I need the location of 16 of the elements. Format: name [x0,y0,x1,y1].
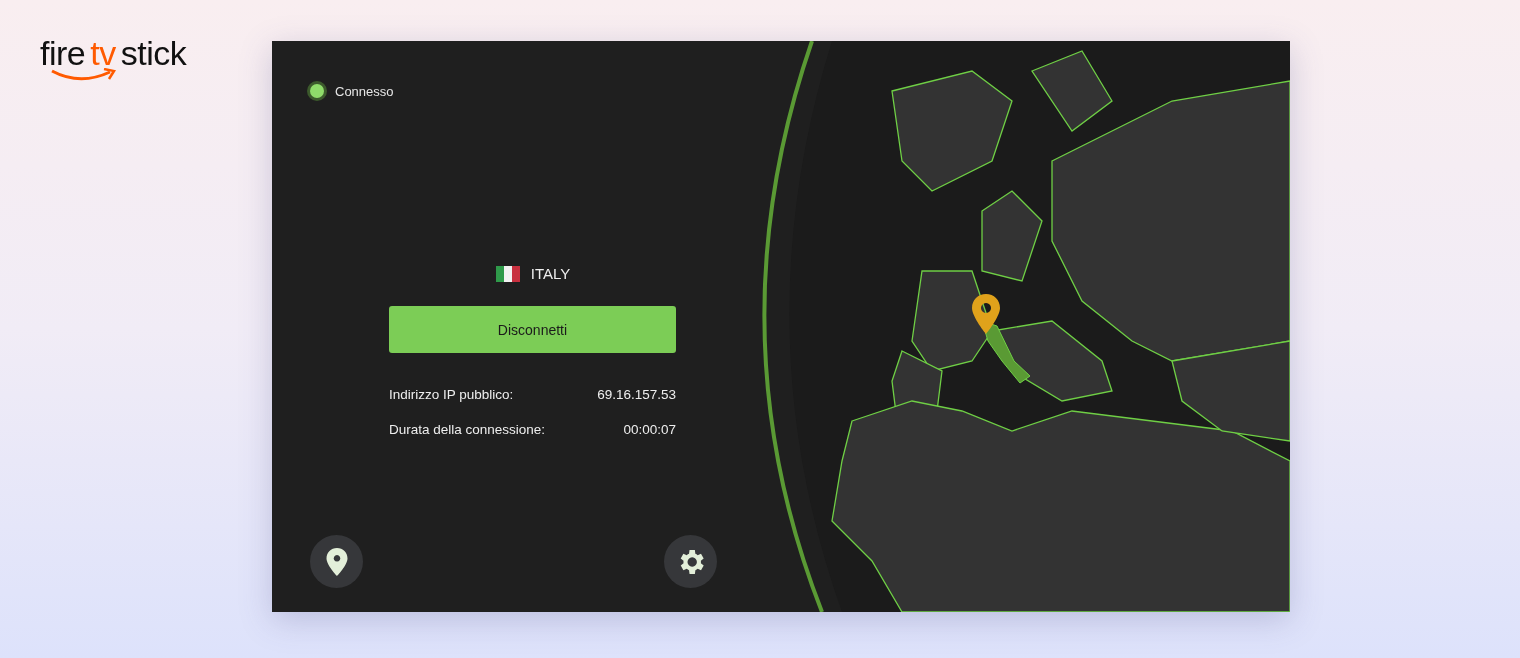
locations-button[interactable] [310,535,363,588]
settings-button[interactable] [664,535,717,588]
detail-label: Durata della connessione: [389,422,546,437]
logo-word: tv [90,36,116,70]
map-marker-icon [970,293,1002,335]
detail-value: 00:00:07 [623,422,676,437]
location-pin-icon [324,546,349,577]
country-name: ITALY [530,265,571,282]
italy-flag-icon [494,265,521,282]
disconnect-button[interactable]: Disconnetti [389,306,676,353]
detail-value: 69.16.157.53 [597,387,676,402]
status-label: Connesso [335,83,394,99]
detail-label: Indirizzo IP pubblico: [389,387,514,402]
smile-arrow-icon [50,68,118,82]
logo-word: stick [120,36,187,70]
logo-word: fire [40,36,86,70]
